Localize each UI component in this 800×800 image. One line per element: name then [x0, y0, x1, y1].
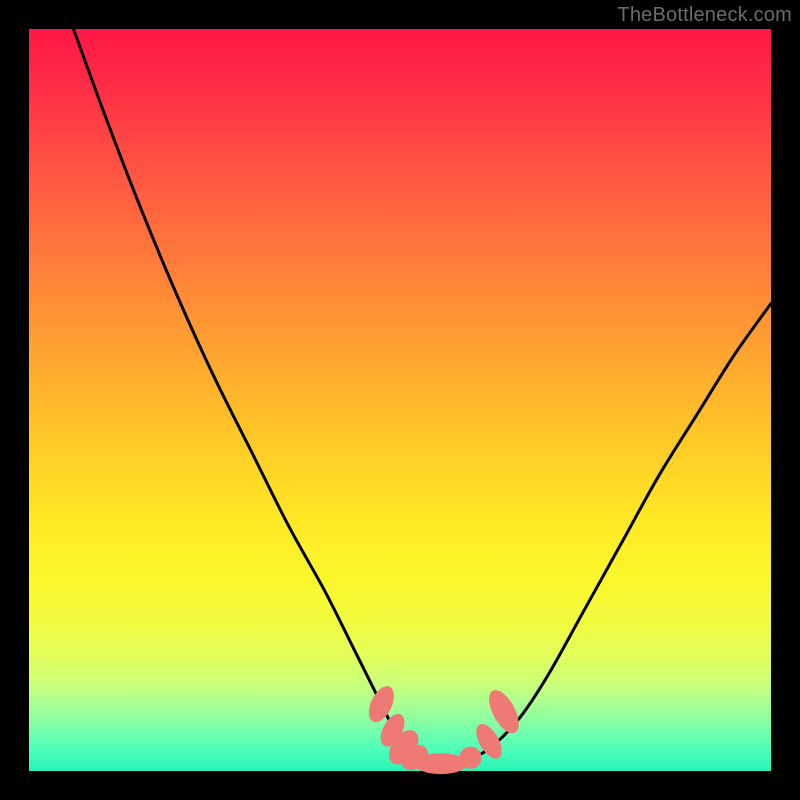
- watermark-text: TheBottleneck.com: [617, 4, 792, 27]
- chart-frame: TheBottleneck.com: [0, 0, 800, 800]
- markers-layer: [364, 682, 525, 775]
- plot-area: [29, 29, 771, 771]
- curve-marker: [459, 747, 481, 769]
- bottleneck-curve: [74, 29, 772, 764]
- chart-svg: [29, 29, 771, 771]
